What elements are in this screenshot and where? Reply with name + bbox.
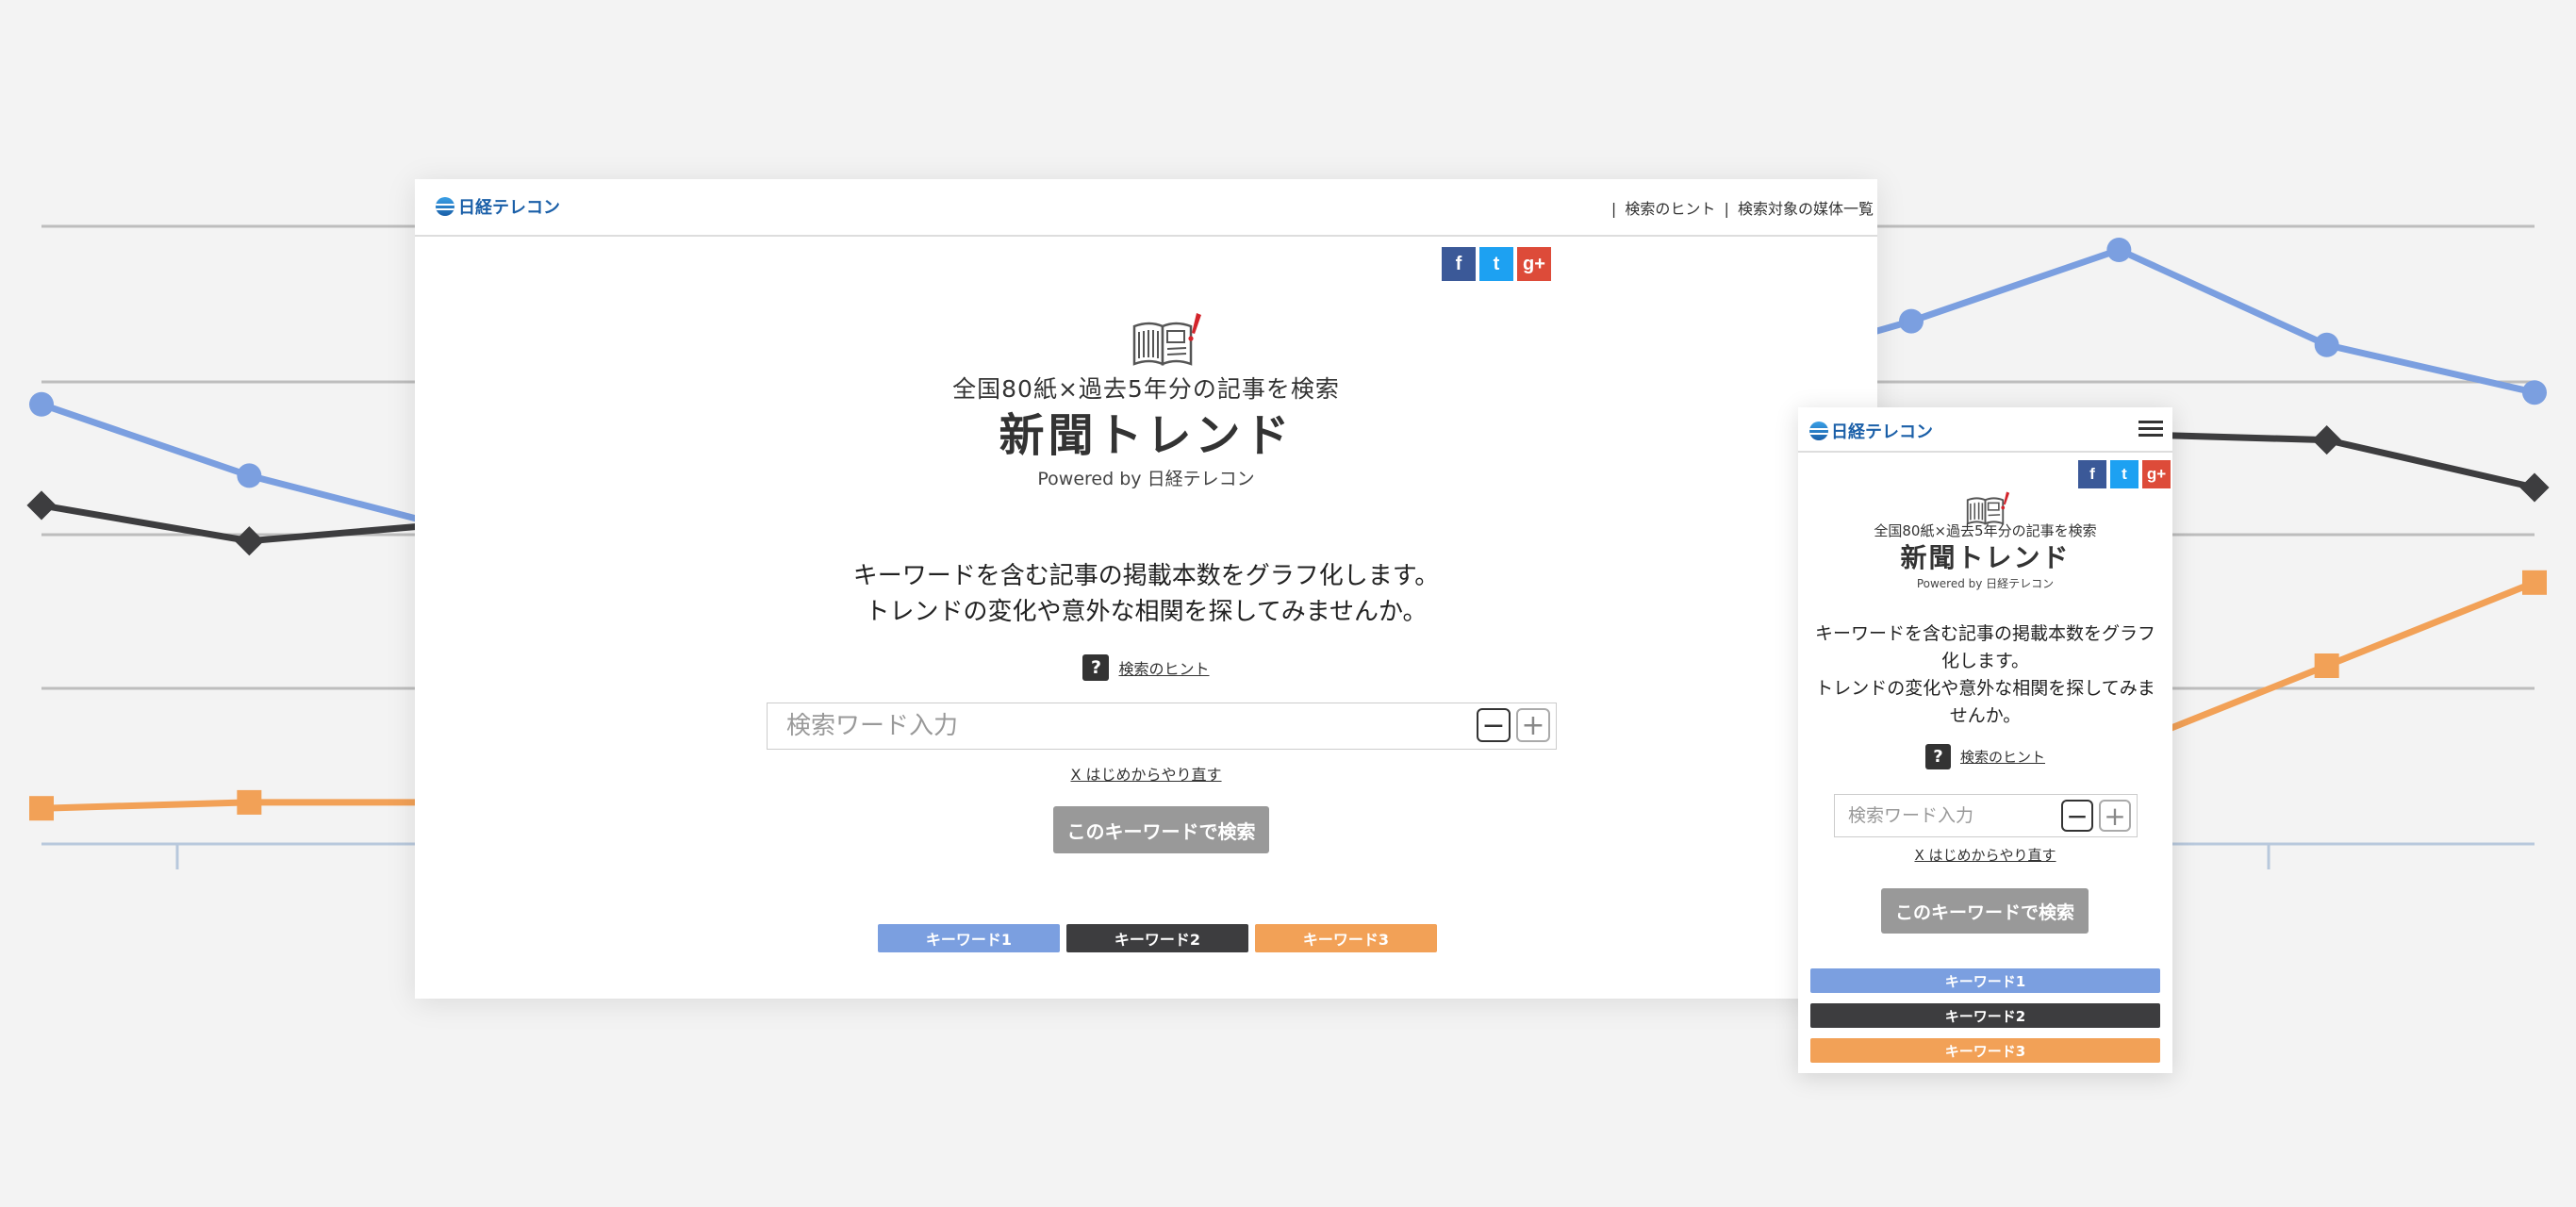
search-hint-link[interactable]: 検索のヒント xyxy=(1118,656,1209,679)
chart-point xyxy=(2312,425,2342,455)
chart-point xyxy=(1899,308,1924,334)
header-separator: | xyxy=(1724,200,1729,218)
chart-point xyxy=(2314,653,2339,678)
newspaper-icon xyxy=(1132,313,1201,366)
googleplus-icon: g+ xyxy=(1523,253,1545,274)
search-hint-row: ? 検索のヒント xyxy=(415,654,1877,681)
hamburger-menu-icon[interactable] xyxy=(2138,421,2163,438)
mobile-description-line-2: トレンドの変化や意外な相関を探してみませんか。 xyxy=(1815,678,2155,726)
minus-icon: − xyxy=(1481,708,1506,742)
mobile-twitter-share-button[interactable]: t xyxy=(2110,460,2138,488)
mobile-nikkei-telecom-logo[interactable]: 日経テレコン xyxy=(1809,419,1933,443)
plus-icon: + xyxy=(2104,800,2126,832)
mobile-search-hint-row: ? 検索のヒント xyxy=(1798,744,2172,769)
mobile-keyword-1-tag[interactable]: キーワード1 xyxy=(1810,968,2160,993)
nikkei-logo-icon xyxy=(1809,422,1828,440)
media-list-link[interactable]: 検索対象の媒体一覧 xyxy=(1738,200,1874,218)
keyword-3-tag[interactable]: キーワード3 xyxy=(1255,924,1437,952)
googleplus-icon: g+ xyxy=(2146,465,2167,483)
mobile-search-hint-link[interactable]: 検索のヒント xyxy=(1960,747,2045,767)
chart-point xyxy=(2522,570,2547,595)
desktop-window: 日経テレコン | 検索のヒント | 検索対象の媒体一覧 f t g+ 全国80紙… xyxy=(415,179,1877,999)
mobile-remove-keyword-button[interactable]: − xyxy=(2061,800,2093,832)
chart-point xyxy=(29,391,54,417)
mobile-reset-link[interactable]: X はじめからやり直す xyxy=(1798,845,2172,865)
minus-icon: − xyxy=(2066,800,2089,832)
mobile-googleplus-share-button[interactable]: g+ xyxy=(2142,460,2171,488)
nikkei-telecom-logo[interactable]: 日経テレコン xyxy=(436,194,560,219)
header-bar: 日経テレコン | 検索のヒント | 検索対象の媒体一覧 xyxy=(415,179,1877,237)
facebook-icon: f xyxy=(2089,465,2095,483)
mobile-social-share-buttons: f t g+ xyxy=(2078,460,2171,488)
chart-point xyxy=(234,526,264,556)
page-title: 新聞トレンド xyxy=(999,409,1294,462)
chart-point xyxy=(2314,332,2339,357)
mobile-page-title: 新聞トレンド xyxy=(1900,542,2071,573)
description-line-2: トレンドの変化や意外な相関を探してみませんか。 xyxy=(865,598,1428,626)
chart-point xyxy=(2522,380,2547,405)
search-box: − + xyxy=(767,703,1557,750)
mobile-logo-text: 日経テレコン xyxy=(1831,422,1933,442)
twitter-icon: t xyxy=(2122,465,2127,483)
header-links: | 検索のヒント | 検索対象の媒体一覧 xyxy=(1608,196,1874,219)
mobile-powered-by-text: Powered by 日経テレコン xyxy=(1916,577,2055,590)
mobile-add-keyword-button[interactable]: + xyxy=(2099,800,2131,832)
chart-point xyxy=(2519,472,2550,503)
chart-point xyxy=(26,490,57,521)
keyword-2-tag[interactable]: キーワード2 xyxy=(1066,924,1248,952)
reset-link[interactable]: X はじめからやり直す xyxy=(415,762,1877,785)
mobile-header-bar: 日経テレコン xyxy=(1798,407,2172,453)
nikkei-logo-icon xyxy=(436,197,454,216)
chart-point xyxy=(237,463,262,488)
mobile-search-input[interactable] xyxy=(1835,795,2065,836)
search-input[interactable] xyxy=(768,703,1475,749)
mobile-search-submit-button[interactable]: このキーワードで検索 xyxy=(1881,888,2089,934)
mobile-question-icon[interactable]: ? xyxy=(1924,744,1951,769)
chart-point xyxy=(2106,238,2132,262)
mobile-description-text: キーワードを含む記事の掲載本数をグラフ化します。 トレンドの変化や意外な相関を探… xyxy=(1809,620,2161,730)
mobile-search-box: − + xyxy=(1834,794,2138,837)
add-keyword-button[interactable]: + xyxy=(1516,708,1550,742)
twitter-icon: t xyxy=(1493,253,1500,274)
facebook-icon: f xyxy=(1455,253,1462,274)
plus-icon: + xyxy=(1521,708,1545,742)
search-submit-button[interactable]: このキーワードで検索 xyxy=(1053,806,1269,853)
mobile-keyword-3-tag[interactable]: キーワード3 xyxy=(1810,1038,2160,1063)
googleplus-share-button[interactable]: g+ xyxy=(1517,247,1551,281)
description-text: キーワードを含む記事の掲載本数をグラフ化します。 トレンドの変化や意外な相関を探… xyxy=(415,558,1877,630)
chart-point xyxy=(29,796,54,821)
powered-by-text: Powered by 日経テレコン xyxy=(1037,469,1255,489)
mobile-keyword-2-tag[interactable]: キーワード2 xyxy=(1810,1003,2160,1028)
header-separator: | xyxy=(1610,200,1617,218)
question-icon[interactable]: ? xyxy=(1082,654,1110,681)
mobile-description-line-1: キーワードを含む記事の掲載本数をグラフ化します。 xyxy=(1814,623,2155,671)
social-share-buttons: f t g+ xyxy=(1442,247,1551,281)
chart-point xyxy=(237,789,262,815)
mobile-facebook-share-button[interactable]: f xyxy=(2078,460,2106,488)
search-hint-header-link[interactable]: 検索のヒント xyxy=(1625,200,1715,218)
description-line-1: キーワードを含む記事の掲載本数をグラフ化します。 xyxy=(852,562,1440,590)
keyword-1-tag[interactable]: キーワード1 xyxy=(878,924,1060,952)
twitter-share-button[interactable]: t xyxy=(1479,247,1513,281)
facebook-share-button[interactable]: f xyxy=(1442,247,1476,281)
logo-text: 日経テレコン xyxy=(458,198,560,218)
mobile-window: 日経テレコン f t g+ 全国80紙×過去5年分の記事を検索 新聞トレンド P… xyxy=(1798,407,2172,1073)
remove-keyword-button[interactable]: − xyxy=(1477,708,1511,742)
